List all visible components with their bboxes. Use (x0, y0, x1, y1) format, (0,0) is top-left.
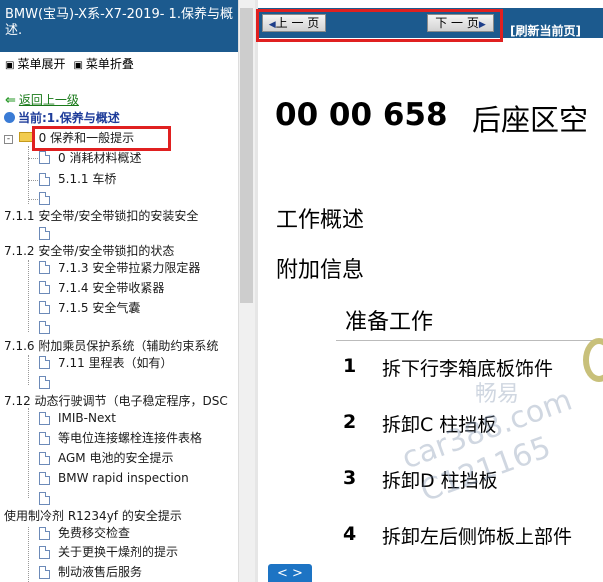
document-title: 后座区空 (472, 103, 589, 137)
back-link[interactable]: ⇐ 返回上一级 (5, 93, 79, 108)
tree-item[interactable]: 7.1.4 安全带收紧器 (58, 281, 164, 296)
sidebar: BMW(宝马)-X系-X7-2019- 1.保养与概述. ▣ 菜单展开 ▣ 菜单折叠 … (0, 0, 238, 582)
current-node: 当前:1.保养与概述 (4, 111, 120, 126)
tree-item[interactable]: 5.1.1 车桥 (58, 172, 116, 187)
highlight-box (256, 9, 503, 42)
tree-item[interactable]: 等电位连接螺栓连接件表格 (58, 431, 202, 446)
tree-line (28, 158, 38, 159)
tree-item[interactable]: 使用制冷剂 R1234yf 的安全提示 (4, 509, 182, 524)
tree-line (28, 355, 29, 385)
folder-icon (18, 132, 33, 142)
tree-line (28, 260, 29, 332)
back-arrow-icon: ⇐ (5, 93, 16, 108)
document-icon (39, 546, 50, 559)
tree-item[interactable]: 0 消耗材料概述 (58, 151, 141, 166)
collapse-toggle-icon[interactable]: - (4, 135, 13, 144)
tree-item[interactable]: 免费移交检查 (58, 526, 130, 541)
document-icon (39, 321, 50, 334)
tree-item[interactable]: IMIB-Next (58, 411, 116, 426)
tree-item[interactable]: AGM 电池的安全提示 (58, 451, 173, 466)
document-icon (39, 173, 50, 186)
tree-item[interactable]: 7.1.6 附加乘员保护系统（辅助约束系统 (4, 339, 218, 354)
warning-ring-icon (583, 338, 603, 382)
document-icon (39, 376, 50, 389)
document-icon (39, 452, 50, 465)
section-overview: 工作概述 (276, 208, 365, 233)
globe-icon (4, 112, 15, 123)
step-text: 拆下行李箱底板饰件 (382, 358, 554, 380)
tree-item[interactable]: BMW rapid inspection (58, 471, 189, 486)
sidebar-title: BMW(宝马)-X系-X7-2019- 1.保养与概述. (0, 0, 238, 52)
tree-line (28, 408, 29, 498)
document-icon (39, 432, 50, 445)
document-icon (39, 261, 50, 274)
tree-item[interactable]: 7.1.1 安全带/安全带锁扣的安装安全 (4, 209, 198, 224)
step-text: 拆卸左后侧饰板上部件 (382, 526, 573, 548)
menu-expand-link[interactable]: 菜单展开 (17, 57, 65, 71)
document-icon (39, 472, 50, 485)
document-icon (39, 412, 50, 425)
panel-divider[interactable] (255, 0, 258, 582)
tree-line (28, 146, 29, 204)
document-icon (39, 151, 50, 164)
tree-item[interactable]: 7.1.5 安全气囊 (58, 301, 140, 316)
tree-item[interactable]: 7.1.3 安全带拉紧力限定器 (58, 261, 200, 276)
tree-item[interactable]: 制动液售后服务 (58, 565, 142, 580)
collapse-icon: ▣ (73, 60, 83, 71)
document-icon (39, 356, 50, 369)
scrollbar-thumb[interactable] (240, 8, 253, 303)
document-icon (39, 527, 50, 540)
step-number: 3 (343, 467, 357, 489)
tree-item[interactable]: 7.1.2 安全带/安全带锁扣的状态 (4, 244, 174, 259)
nav-toggle-button[interactable]: < > (268, 564, 312, 582)
document-icon (39, 301, 50, 314)
document-icon (39, 192, 50, 205)
tree-line (28, 180, 38, 181)
step-number: 4 (343, 523, 357, 545)
prep-title: 准备工作 (345, 310, 434, 335)
highlight-box (32, 126, 171, 151)
document-code: 00 00 658 (275, 97, 448, 133)
document-icon (39, 492, 50, 505)
tree-item[interactable]: 7.12 动态行驶调节（电子稳定程序，DSC (4, 394, 228, 409)
expand-icon: ▣ (5, 60, 15, 71)
refresh-page-link[interactable]: [刷新当前页] (510, 22, 581, 39)
tree-line (28, 527, 29, 582)
document-icon (39, 281, 50, 294)
document-icon (39, 227, 50, 240)
tree-item[interactable]: 7.11 里程表（如有） (58, 356, 173, 371)
divider (336, 340, 603, 341)
tree-line (28, 199, 38, 200)
document-icon (39, 566, 50, 579)
step-number: 1 (343, 355, 357, 377)
menu-row: ▣ 菜单展开 ▣ 菜单折叠 (5, 56, 134, 72)
step-number: 2 (343, 411, 357, 433)
section-info: 附加信息 (276, 258, 365, 283)
tree-item[interactable]: 关于更换干燥剂的提示 (58, 545, 178, 560)
menu-collapse-link[interactable]: 菜单折叠 (86, 57, 134, 71)
